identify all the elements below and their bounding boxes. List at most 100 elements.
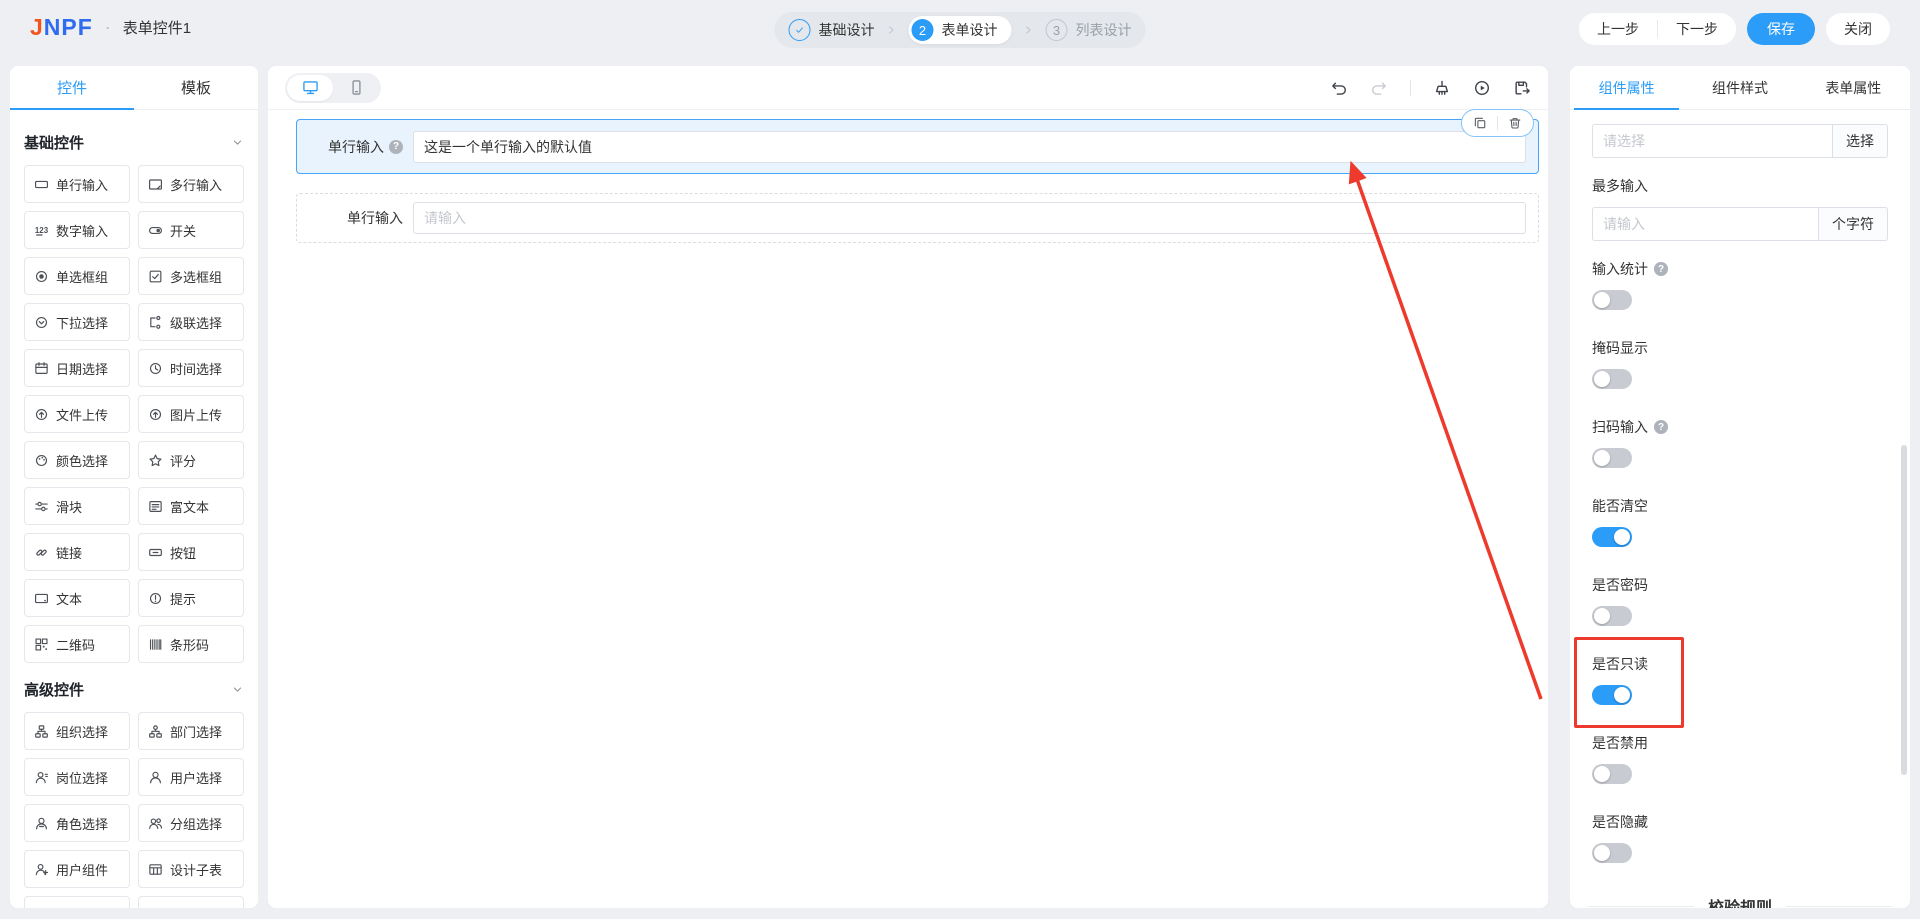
control-item-alert[interactable]: 提示 <box>138 579 244 617</box>
panel-scrollbar-thumb[interactable] <box>1901 445 1907 775</box>
redo-button[interactable] <box>1370 79 1388 97</box>
user-plus-icon <box>34 862 49 877</box>
max-input-field[interactable] <box>1592 207 1819 241</box>
linked-select-input[interactable] <box>1592 124 1833 158</box>
control-item-group-select[interactable]: 分组选择 <box>138 804 244 842</box>
control-item-dept-select[interactable]: 部门选择 <box>138 712 244 750</box>
control-item-image-upload[interactable]: 图片上传 <box>138 395 244 433</box>
field-label: 单行输入 <box>347 210 403 226</box>
check-icon <box>794 24 806 36</box>
control-item-time-picker[interactable]: 时间选择 <box>138 349 244 387</box>
divider-line <box>1588 905 1694 907</box>
monitor-icon <box>302 79 319 96</box>
page-title: 表单控件1 <box>122 20 192 37</box>
single-line-input-field[interactable] <box>413 130 1526 163</box>
mobile-view-button[interactable] <box>333 75 379 101</box>
single-line-input-field[interactable] <box>413 202 1526 234</box>
upload-icon <box>34 407 49 422</box>
desktop-view-button[interactable] <box>287 74 333 101</box>
control-item-file-upload[interactable]: 文件上传 <box>24 395 130 433</box>
step-done-circle <box>788 19 811 41</box>
control-item-switch[interactable]: 开关 <box>138 211 244 249</box>
field-clearable: 能否清空 <box>1592 496 1888 547</box>
undo-button[interactable] <box>1330 79 1348 97</box>
control-item-barcode[interactable]: 条形码 <box>138 625 244 663</box>
sidebar-tabs: 控件 模板 <box>10 66 258 110</box>
field-hidden: 是否隐藏 <box>1592 812 1888 863</box>
preview-button[interactable] <box>1473 79 1491 97</box>
next-step-button[interactable]: 下一步 <box>1658 13 1736 45</box>
control-item-clipped-left[interactable] <box>24 896 130 908</box>
control-item-single-line-input[interactable]: 单行输入 <box>24 165 130 203</box>
control-item-rich-text[interactable]: 富文本 <box>138 487 244 525</box>
pin-icon <box>34 908 49 909</box>
control-item-rate[interactable]: 评分 <box>138 441 244 479</box>
toolbar-divider <box>1410 79 1411 96</box>
control-item-cascader[interactable]: 级联选择 <box>138 303 244 341</box>
step-list-design[interactable]: 3 列表设计 <box>1045 16 1132 44</box>
form-row-single-line-input[interactable]: 单行输入 <box>296 193 1539 243</box>
step-basic-design[interactable]: 基础设计 <box>788 16 875 44</box>
select-button[interactable]: 选择 <box>1833 124 1888 158</box>
role-icon <box>34 816 49 831</box>
play-circle-icon <box>1473 79 1491 97</box>
prev-step-button[interactable]: 上一步 <box>1579 13 1657 45</box>
help-icon[interactable] <box>389 139 403 154</box>
control-item-user-select[interactable]: 用户选择 <box>138 758 244 796</box>
copy-icon[interactable] <box>1473 116 1487 130</box>
tab-form-props[interactable]: 表单属性 <box>1797 66 1910 109</box>
help-icon[interactable] <box>1654 262 1668 276</box>
control-item-number-input[interactable]: 数字输入 <box>24 211 130 249</box>
control-item-post-select[interactable]: 岗位选择 <box>24 758 130 796</box>
hidden-toggle[interactable] <box>1592 843 1632 863</box>
tab-component-style[interactable]: 组件样式 <box>1683 66 1796 109</box>
control-item-checkbox-group[interactable]: 多选框组 <box>138 257 244 295</box>
clear-button[interactable] <box>1433 79 1451 97</box>
scan-input-toggle[interactable] <box>1592 448 1632 468</box>
control-item-color-picker[interactable]: 颜色选择 <box>24 441 130 479</box>
control-item-radio-group[interactable]: 单选框组 <box>24 257 130 295</box>
text-icon <box>34 591 49 606</box>
panel-tabs: 组件属性 组件样式 表单属性 <box>1570 66 1910 110</box>
control-item-link[interactable]: 链接 <box>24 533 130 571</box>
control-item-select[interactable]: 下拉选择 <box>24 303 130 341</box>
control-item-role-select[interactable]: 角色选择 <box>24 804 130 842</box>
step-form-design[interactable]: 2 表单设计 <box>908 16 1012 44</box>
control-item-date-picker[interactable]: 日期选择 <box>24 349 130 387</box>
control-item-user-component[interactable]: 用户组件 <box>24 850 130 888</box>
post-icon <box>34 770 49 785</box>
undo-icon <box>1330 79 1348 97</box>
control-item-qrcode[interactable]: 二维码 <box>24 625 130 663</box>
control-item-button[interactable]: 按钮 <box>138 533 244 571</box>
save-form-button[interactable] <box>1513 79 1531 97</box>
control-item-clipped-right[interactable] <box>138 896 244 908</box>
help-icon[interactable] <box>1654 420 1668 434</box>
readonly-toggle[interactable] <box>1592 685 1632 705</box>
trash-icon[interactable] <box>1508 116 1522 130</box>
cascade-icon <box>148 315 163 330</box>
tab-controls[interactable]: 控件 <box>10 66 134 110</box>
tab-component-props[interactable]: 组件属性 <box>1570 66 1683 110</box>
form-row-single-line-input-selected[interactable]: 单行输入 <box>296 119 1539 174</box>
control-item-multi-line-input[interactable]: 多行输入 <box>138 165 244 203</box>
tab-templates[interactable]: 模板 <box>134 66 258 109</box>
mask-display-toggle[interactable] <box>1592 369 1632 389</box>
control-item-sub-table[interactable]: 设计子表 <box>138 850 244 888</box>
is-password-toggle[interactable] <box>1592 606 1632 626</box>
chevron-down-icon[interactable] <box>231 136 244 149</box>
star-icon <box>148 453 163 468</box>
close-button[interactable]: 关闭 <box>1826 13 1890 45</box>
control-item-org-select[interactable]: 组织选择 <box>24 712 130 750</box>
chevron-down-icon[interactable] <box>231 683 244 696</box>
save-button[interactable]: 保存 <box>1747 13 1815 45</box>
canvas-toolbar <box>268 66 1548 110</box>
barcode-icon <box>148 637 163 652</box>
disabled-toggle[interactable] <box>1592 764 1632 784</box>
input-statistics-toggle[interactable] <box>1592 290 1632 310</box>
control-item-text[interactable]: 文本 <box>24 579 130 617</box>
table-icon <box>148 862 163 877</box>
clearable-toggle[interactable] <box>1592 527 1632 547</box>
control-item-slider[interactable]: 滑块 <box>24 487 130 525</box>
divider-line <box>1786 905 1893 907</box>
clock-icon <box>148 361 163 376</box>
